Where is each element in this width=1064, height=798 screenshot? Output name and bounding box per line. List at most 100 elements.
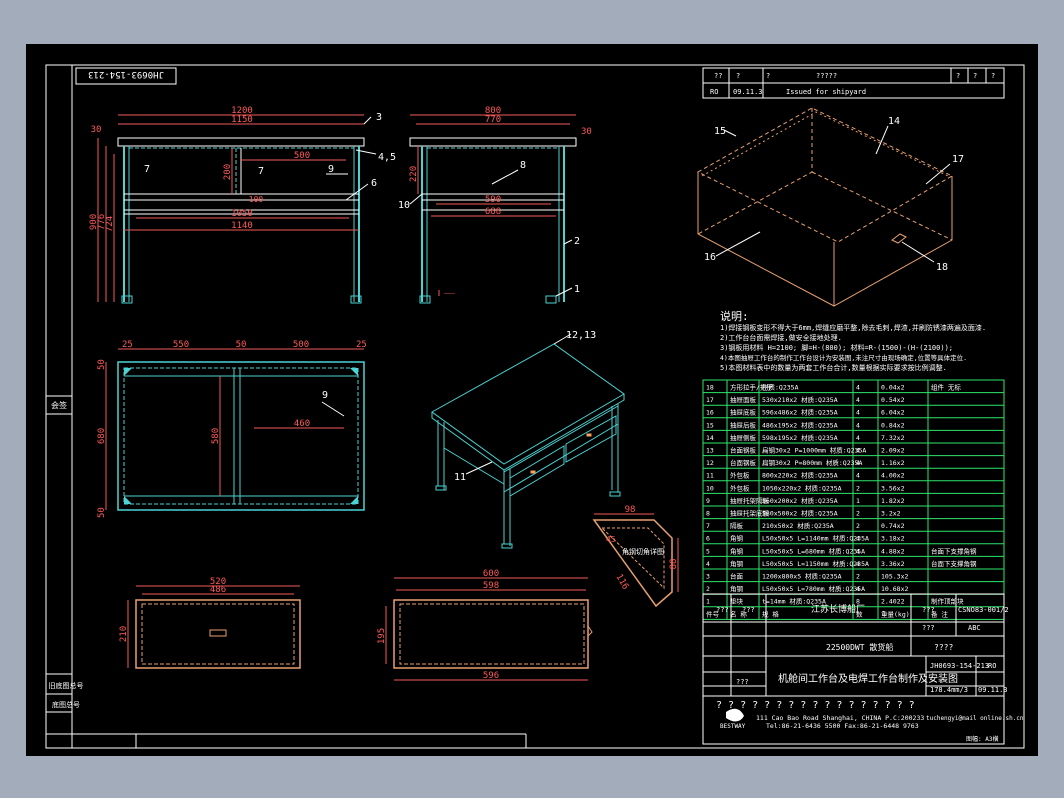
- cad-viewport[interactable]: 会签 旧底图总号 底图总号 JH0693-154-213 ?? ? ? ????…: [26, 44, 1038, 756]
- svg-text:11: 11: [706, 472, 714, 480]
- svg-text:3.18x2: 3.18x2: [881, 535, 905, 543]
- plan-view: 25 550 50 500 25 680 580 460 50 50 9: [97, 340, 367, 518]
- svg-text:角钢: 角钢: [730, 559, 744, 568]
- svg-text:30: 30: [581, 127, 592, 137]
- bom-row: 8 抽屉托架底板580x500x2 材质:Q235A 2 3.2x2: [706, 509, 901, 518]
- svg-text:BESTWAY: BESTWAY: [720, 723, 746, 730]
- svg-text:688: 688: [485, 207, 501, 217]
- svg-text:ABC: ABC: [968, 624, 981, 632]
- svg-text:200: 200: [223, 164, 233, 180]
- svg-text:1.16x2: 1.16x2: [881, 459, 905, 467]
- isometric-table: [431, 343, 625, 549]
- svg-text:25: 25: [122, 340, 133, 350]
- bom-row: 6 角钢 L50x50x5 L=1140mm 材质:Q235A4 3.18x2: [706, 534, 905, 543]
- balloon-11: 11: [454, 472, 466, 483]
- stamp-drawing-code: JH0693-154-213: [88, 69, 164, 79]
- title-qmark-line: ? ? ? ? ? ? ? ? ? ? ? ? ? ? ? ? ?: [716, 700, 915, 711]
- svg-text:09.11.3: 09.11.3: [978, 686, 1008, 694]
- bom-row: 15 抽屉后板 486x195x2 材质:Q235A 4 0.84x2: [706, 420, 905, 429]
- notes-title: 说明:: [720, 309, 749, 323]
- svg-text:116: 116: [613, 573, 630, 592]
- svg-text:L50x50x5 L=780mm 材质:Q235A: L50x50x5 L=780mm 材质:Q235A: [762, 584, 865, 593]
- svg-text:6: 6: [706, 535, 710, 543]
- svg-text:抽屉底板: 抽屉底板: [730, 408, 757, 417]
- svg-text:598: 598: [483, 581, 499, 591]
- svg-text:制作顶部块: 制作顶部块: [931, 597, 964, 606]
- svg-text:14: 14: [888, 116, 900, 127]
- svg-text:5: 5: [706, 547, 710, 555]
- svg-text:1: 1: [856, 497, 860, 505]
- svg-text:台面钢板: 台面钢板: [730, 458, 757, 467]
- svg-text:扁钢30x2 P=800mm 材质:Q235A: 扁钢30x2 P=800mm 材质:Q235A: [762, 458, 862, 467]
- bom-row: 10 外包板 1050x220x2 材质:Q235A 2 3.56x2: [706, 483, 905, 492]
- svg-text:500: 500: [294, 151, 310, 161]
- svg-text:15: 15: [706, 421, 714, 429]
- svg-text:———: ———: [444, 290, 455, 297]
- side-label-plan: 底图总号: [52, 700, 80, 709]
- svg-text:???: ???: [922, 606, 935, 614]
- svg-text:210x50x2 材质:Q235A: 210x50x2 材质:Q235A: [762, 521, 834, 530]
- svg-text:4: 4: [856, 434, 860, 442]
- svg-text:2: 2: [574, 236, 580, 247]
- bom-row: 7 隔板 210x50x2 材质:Q235A 2 0.74x2: [706, 521, 905, 530]
- svg-text:规 格: 规 格: [762, 609, 779, 618]
- bom-row: 14 抽屉侧板 598x195x2 材质:Q235A 4 7.32x2: [706, 433, 905, 442]
- svg-text:台面下支撑角钢: 台面下支撑角钢: [931, 546, 977, 555]
- svg-text:4: 4: [856, 585, 860, 593]
- svg-text:角钢: 角钢: [730, 546, 744, 555]
- svg-text:9: 9: [706, 497, 710, 505]
- revision-date: 09.11.3: [733, 88, 763, 96]
- svg-text:88: 88: [669, 559, 679, 570]
- revision-block: ?? ? ? ????? ? ? ? RO 09.11.3 Issued for…: [702, 67, 1005, 99]
- svg-text:4: 4: [856, 472, 860, 480]
- svg-text:台面下支撑角钢: 台面下支撑角钢: [931, 559, 977, 568]
- svg-text:7: 7: [706, 522, 710, 530]
- svg-text:1140: 1140: [231, 221, 253, 231]
- svg-text:220: 220: [409, 166, 419, 182]
- svg-text:580x500x2 材质:Q235A: 580x500x2 材质:Q235A: [762, 509, 838, 518]
- svg-text:598x195x2 材质:Q235A: 598x195x2 材质:Q235A: [762, 433, 838, 442]
- svg-text:17: 17: [952, 154, 964, 165]
- svg-text:4: 4: [856, 409, 860, 417]
- svg-text:195: 195: [377, 628, 387, 644]
- svg-text:?: ?: [766, 72, 770, 80]
- svg-text:500: 500: [293, 340, 309, 350]
- svg-text:外包板: 外包板: [730, 471, 750, 480]
- svg-text:2)工作台台面需焊接,做安全接地处理.: 2)工作台台面需焊接,做安全接地处理.: [720, 333, 842, 342]
- svg-text:组件 无标: 组件 无标: [931, 383, 961, 392]
- svg-text:2.4022: 2.4022: [881, 598, 905, 606]
- bom-row: 12 台面钢板 扁钢30x2 P=800mm 材质:Q235A4 1.16x2: [706, 458, 905, 467]
- svg-text:98: 98: [625, 505, 636, 515]
- svg-text:4: 4: [856, 535, 860, 543]
- svg-text:16: 16: [706, 409, 714, 417]
- svg-text:材质:Q235A: 材质:Q235A: [762, 383, 799, 392]
- svg-text:18: 18: [936, 262, 948, 273]
- svg-text:4,5: 4,5: [378, 152, 396, 163]
- svg-text:590: 590: [485, 195, 501, 205]
- bom-row: 11 外包板 800x220x2 材质:Q235A 4 4.00x2: [706, 471, 905, 480]
- svg-text:4)本图抽屉工作台的制作工作台设计为安装图,未注尺寸由现场确: 4)本图抽屉工作台的制作工作台设计为安装图,未注尺寸由现场确定,位置等具体定位.: [720, 353, 967, 362]
- revision-desc: Issued for shipyard: [786, 88, 866, 96]
- svg-text:??: ??: [714, 72, 722, 80]
- svg-text:台面钢板: 台面钢板: [730, 446, 757, 455]
- svg-text:1.82x2: 1.82x2: [881, 497, 905, 505]
- side-elevation: 800 770 590 688 220 30 8 10 2 1 ———: [398, 106, 592, 304]
- svg-text:50: 50: [97, 507, 107, 518]
- svg-text:45: 45: [606, 535, 616, 544]
- address-line: 111 Cao Bao Road Shanghai, CHINA P.C:200…: [756, 714, 924, 722]
- svg-text:2: 2: [856, 522, 860, 530]
- svg-text:???: ???: [736, 678, 749, 686]
- drawer-side: 600 598 195 596: [377, 569, 593, 681]
- svg-text:8: 8: [520, 160, 526, 171]
- svg-text:5)本图材料表中的数量为两套工作台合计,数量根据实际要求按比: 5)本图材料表中的数量为两套工作台合计,数量根据实际要求按比例调整.: [720, 363, 947, 372]
- ship-name: 22500DWT 散货船: [826, 642, 893, 652]
- svg-text:9: 9: [328, 164, 334, 175]
- svg-text:4: 4: [856, 547, 860, 555]
- svg-text:596: 596: [483, 671, 499, 681]
- svg-text:4: 4: [856, 396, 860, 404]
- svg-text:4.88x2: 4.88x2: [881, 547, 905, 555]
- svg-text:2: 2: [706, 585, 710, 593]
- svg-text:2: 2: [856, 510, 860, 518]
- svg-text:7.32x2: 7.32x2: [881, 434, 905, 442]
- svg-text:???: ???: [716, 606, 729, 614]
